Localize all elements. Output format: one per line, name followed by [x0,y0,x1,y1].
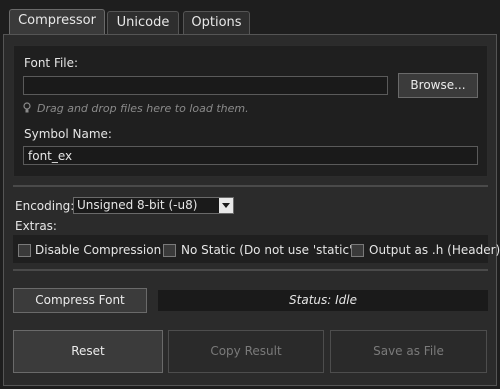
checkbox-label: Output as .h (Header) [369,243,500,257]
checkbox-box[interactable] [351,244,364,257]
disable-compression-checkbox[interactable]: Disable Compression [18,243,161,258]
tab-options[interactable]: Options [183,11,250,35]
symbol-name-label: Symbol Name: [24,127,112,141]
reset-button[interactable]: Reset [13,330,163,373]
tab-compressor[interactable]: Compressor [9,9,105,35]
extras-label: Extras: [15,219,57,233]
font-file-input[interactable] [23,76,388,95]
lightbulb-icon [23,102,31,114]
symbol-name-input[interactable]: font_ex [23,146,478,165]
encoding-selected: Unsigned 8-bit (-u8) [77,198,198,212]
no-static-checkbox[interactable]: No Static (Do not use 'static') [163,243,357,258]
checkbox-box[interactable] [18,244,31,257]
compress-font-button[interactable]: Compress Font [13,288,147,313]
tab-label: Options [191,15,242,30]
tab-label: Compressor [18,13,96,28]
encoding-dropdown[interactable]: Unsigned 8-bit (-u8) [73,197,234,214]
status-display: Status: Idle [158,290,488,311]
checkbox-label: No Static (Do not use 'static') [181,243,358,257]
encoding-label: Encoding: [15,199,75,213]
separator [13,269,488,271]
separator [13,185,488,187]
drag-drop-hint: Drag and drop files here to load them. [37,102,249,115]
checkbox-label: Disable Compression [35,243,162,257]
font-file-label: Font File: [24,56,79,70]
checkbox-box[interactable] [163,244,176,257]
browse-button[interactable]: Browse... [398,73,478,98]
chevron-down-icon[interactable] [219,198,233,213]
tab-unicode[interactable]: Unicode [107,11,179,35]
tab-label: Unicode [116,15,170,30]
output-header-checkbox[interactable]: Output as .h (Header) [351,243,500,258]
save-as-file-button[interactable]: Save as File [330,330,487,373]
copy-result-button[interactable]: Copy Result [168,330,324,373]
